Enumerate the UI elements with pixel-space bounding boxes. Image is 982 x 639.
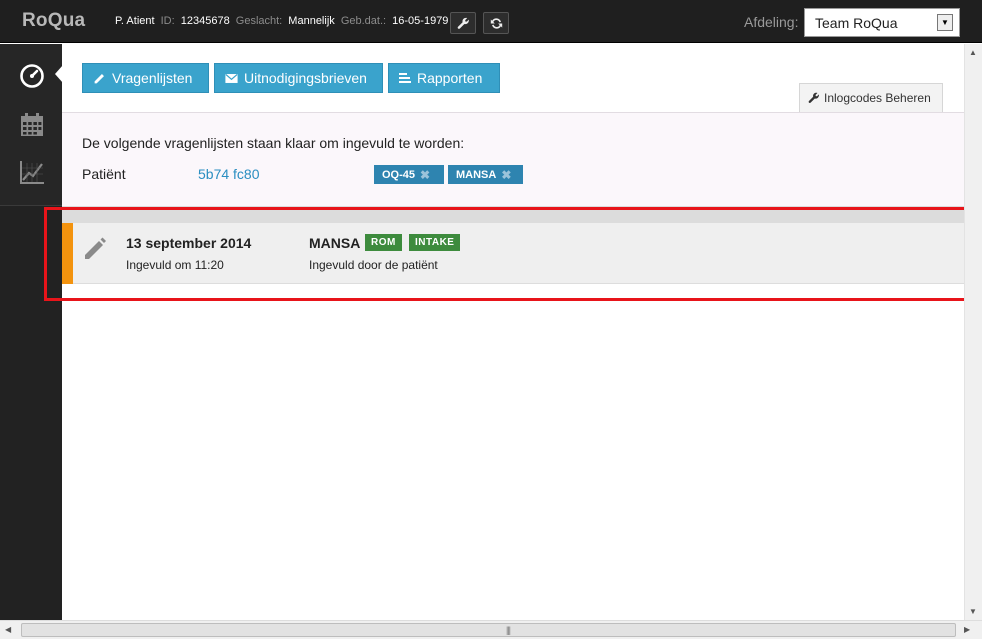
action-bar: Vragenlijsten Uitnodigingsbrieven Rappor… — [62, 44, 964, 112]
completed-questionnaire-entry[interactable]: 13 september 2014 Ingevuld om 11:20 MANS… — [62, 223, 964, 284]
patient-name: P. Atient — [115, 15, 155, 27]
sidebar-item-dashboard[interactable] — [18, 62, 46, 90]
scroll-left-icon[interactable]: ◀ — [5, 625, 11, 634]
questionnaire-tag-label: MANSA — [456, 168, 497, 181]
pencil-icon — [93, 72, 106, 85]
patient-gender-label: Geslacht: — [235, 15, 283, 27]
scroll-right-icon[interactable]: ▶ — [964, 625, 970, 634]
line-chart-icon — [20, 161, 44, 184]
pencil-icon — [82, 235, 108, 264]
wrench-icon — [457, 17, 469, 29]
scroll-down-icon[interactable]: ▼ — [969, 607, 977, 616]
scroll-up-icon[interactable]: ▲ — [969, 48, 977, 57]
afdeling-select[interactable]: Team RoQua ▼ — [804, 8, 960, 37]
vertical-scrollbar[interactable]: ▲ ▼ — [964, 44, 982, 620]
envelope-icon — [225, 73, 238, 84]
wrench-icon — [808, 92, 820, 104]
patient-info: P. Atient ID: 12345678 Geslacht: Manneli… — [115, 15, 451, 27]
patient-label: Patiënt — [82, 166, 126, 182]
top-bar: RoQua P. Atient ID: 12345678 Geslacht: M… — [0, 0, 982, 43]
grip-icon: ||| — [506, 625, 511, 635]
patient-dob: 16-05-1979 — [392, 15, 449, 27]
remove-icon[interactable]: ✖ — [420, 168, 430, 182]
app-logo[interactable]: RoQua — [22, 10, 85, 32]
patient-id: 12345678 — [180, 15, 230, 27]
chevron-down-icon[interactable]: ▼ — [937, 14, 953, 31]
sidebar-item-calendar[interactable] — [18, 111, 46, 139]
questionnaire-tag[interactable]: OQ-45 ✖ — [374, 165, 444, 184]
patient-gender: Mannelijk — [288, 15, 335, 27]
patient-id-label: ID: — [160, 15, 175, 27]
timeline-divider — [62, 206, 964, 223]
afdeling-label: Afdeling: — [744, 14, 799, 30]
ready-title: De volgende vragenlijsten staan klaar om… — [82, 135, 465, 151]
dashboard-icon — [20, 64, 44, 88]
rapporten-button[interactable]: Rapporten — [388, 63, 500, 93]
calendar-icon — [21, 113, 43, 136]
questionnaire-tag[interactable]: MANSA ✖ — [448, 165, 523, 184]
uitnodigingsbrieven-button[interactable]: Uitnodigingsbrieven — [214, 63, 383, 93]
main-content: Vragenlijsten Uitnodigingsbrieven Rappor… — [62, 44, 964, 620]
scrollbar-thumb[interactable]: ||| — [21, 623, 956, 637]
edit-patient-button[interactable] — [450, 12, 476, 34]
vragenlijsten-label: Vragenlijsten — [112, 70, 193, 86]
entry-time: Ingevuld om 11:20 — [126, 258, 224, 272]
ready-questionnaires-panel: De volgende vragenlijsten staan klaar om… — [62, 112, 964, 206]
entry-filled-by: Ingevuld door de patiënt — [309, 258, 438, 272]
entry-date: 13 september 2014 — [126, 235, 252, 251]
inlogcodes-label: Inlogcodes Beheren — [824, 91, 931, 105]
patient-dob-label: Geb.dat.: — [340, 15, 387, 27]
horizontal-scrollbar[interactable]: ◀ ||| ▶ — [0, 620, 982, 639]
intake-badge: INTAKE — [409, 234, 461, 251]
sidebar — [0, 44, 63, 620]
sidebar-item-charts[interactable] — [18, 158, 46, 186]
rom-badge: ROM — [365, 234, 402, 251]
list-icon — [399, 72, 411, 84]
refresh-button[interactable] — [483, 12, 509, 34]
questionnaire-tag-label: OQ-45 — [382, 168, 416, 181]
afdeling-value: Team RoQua — [815, 15, 898, 31]
entry-questionnaire-name[interactable]: MANSA — [309, 235, 360, 251]
patient-login-code[interactable]: 5b74 fc80 — [198, 166, 260, 182]
inlogcodes-beheren-tab[interactable]: Inlogcodes Beheren — [799, 83, 943, 112]
uitnodigingsbrieven-label: Uitnodigingsbrieven — [244, 70, 367, 86]
entry-status-accent — [62, 223, 73, 284]
remove-icon[interactable]: ✖ — [501, 168, 511, 182]
refresh-icon — [490, 17, 502, 29]
rapporten-label: Rapporten — [417, 70, 483, 86]
vragenlijsten-button[interactable]: Vragenlijsten — [82, 63, 209, 93]
